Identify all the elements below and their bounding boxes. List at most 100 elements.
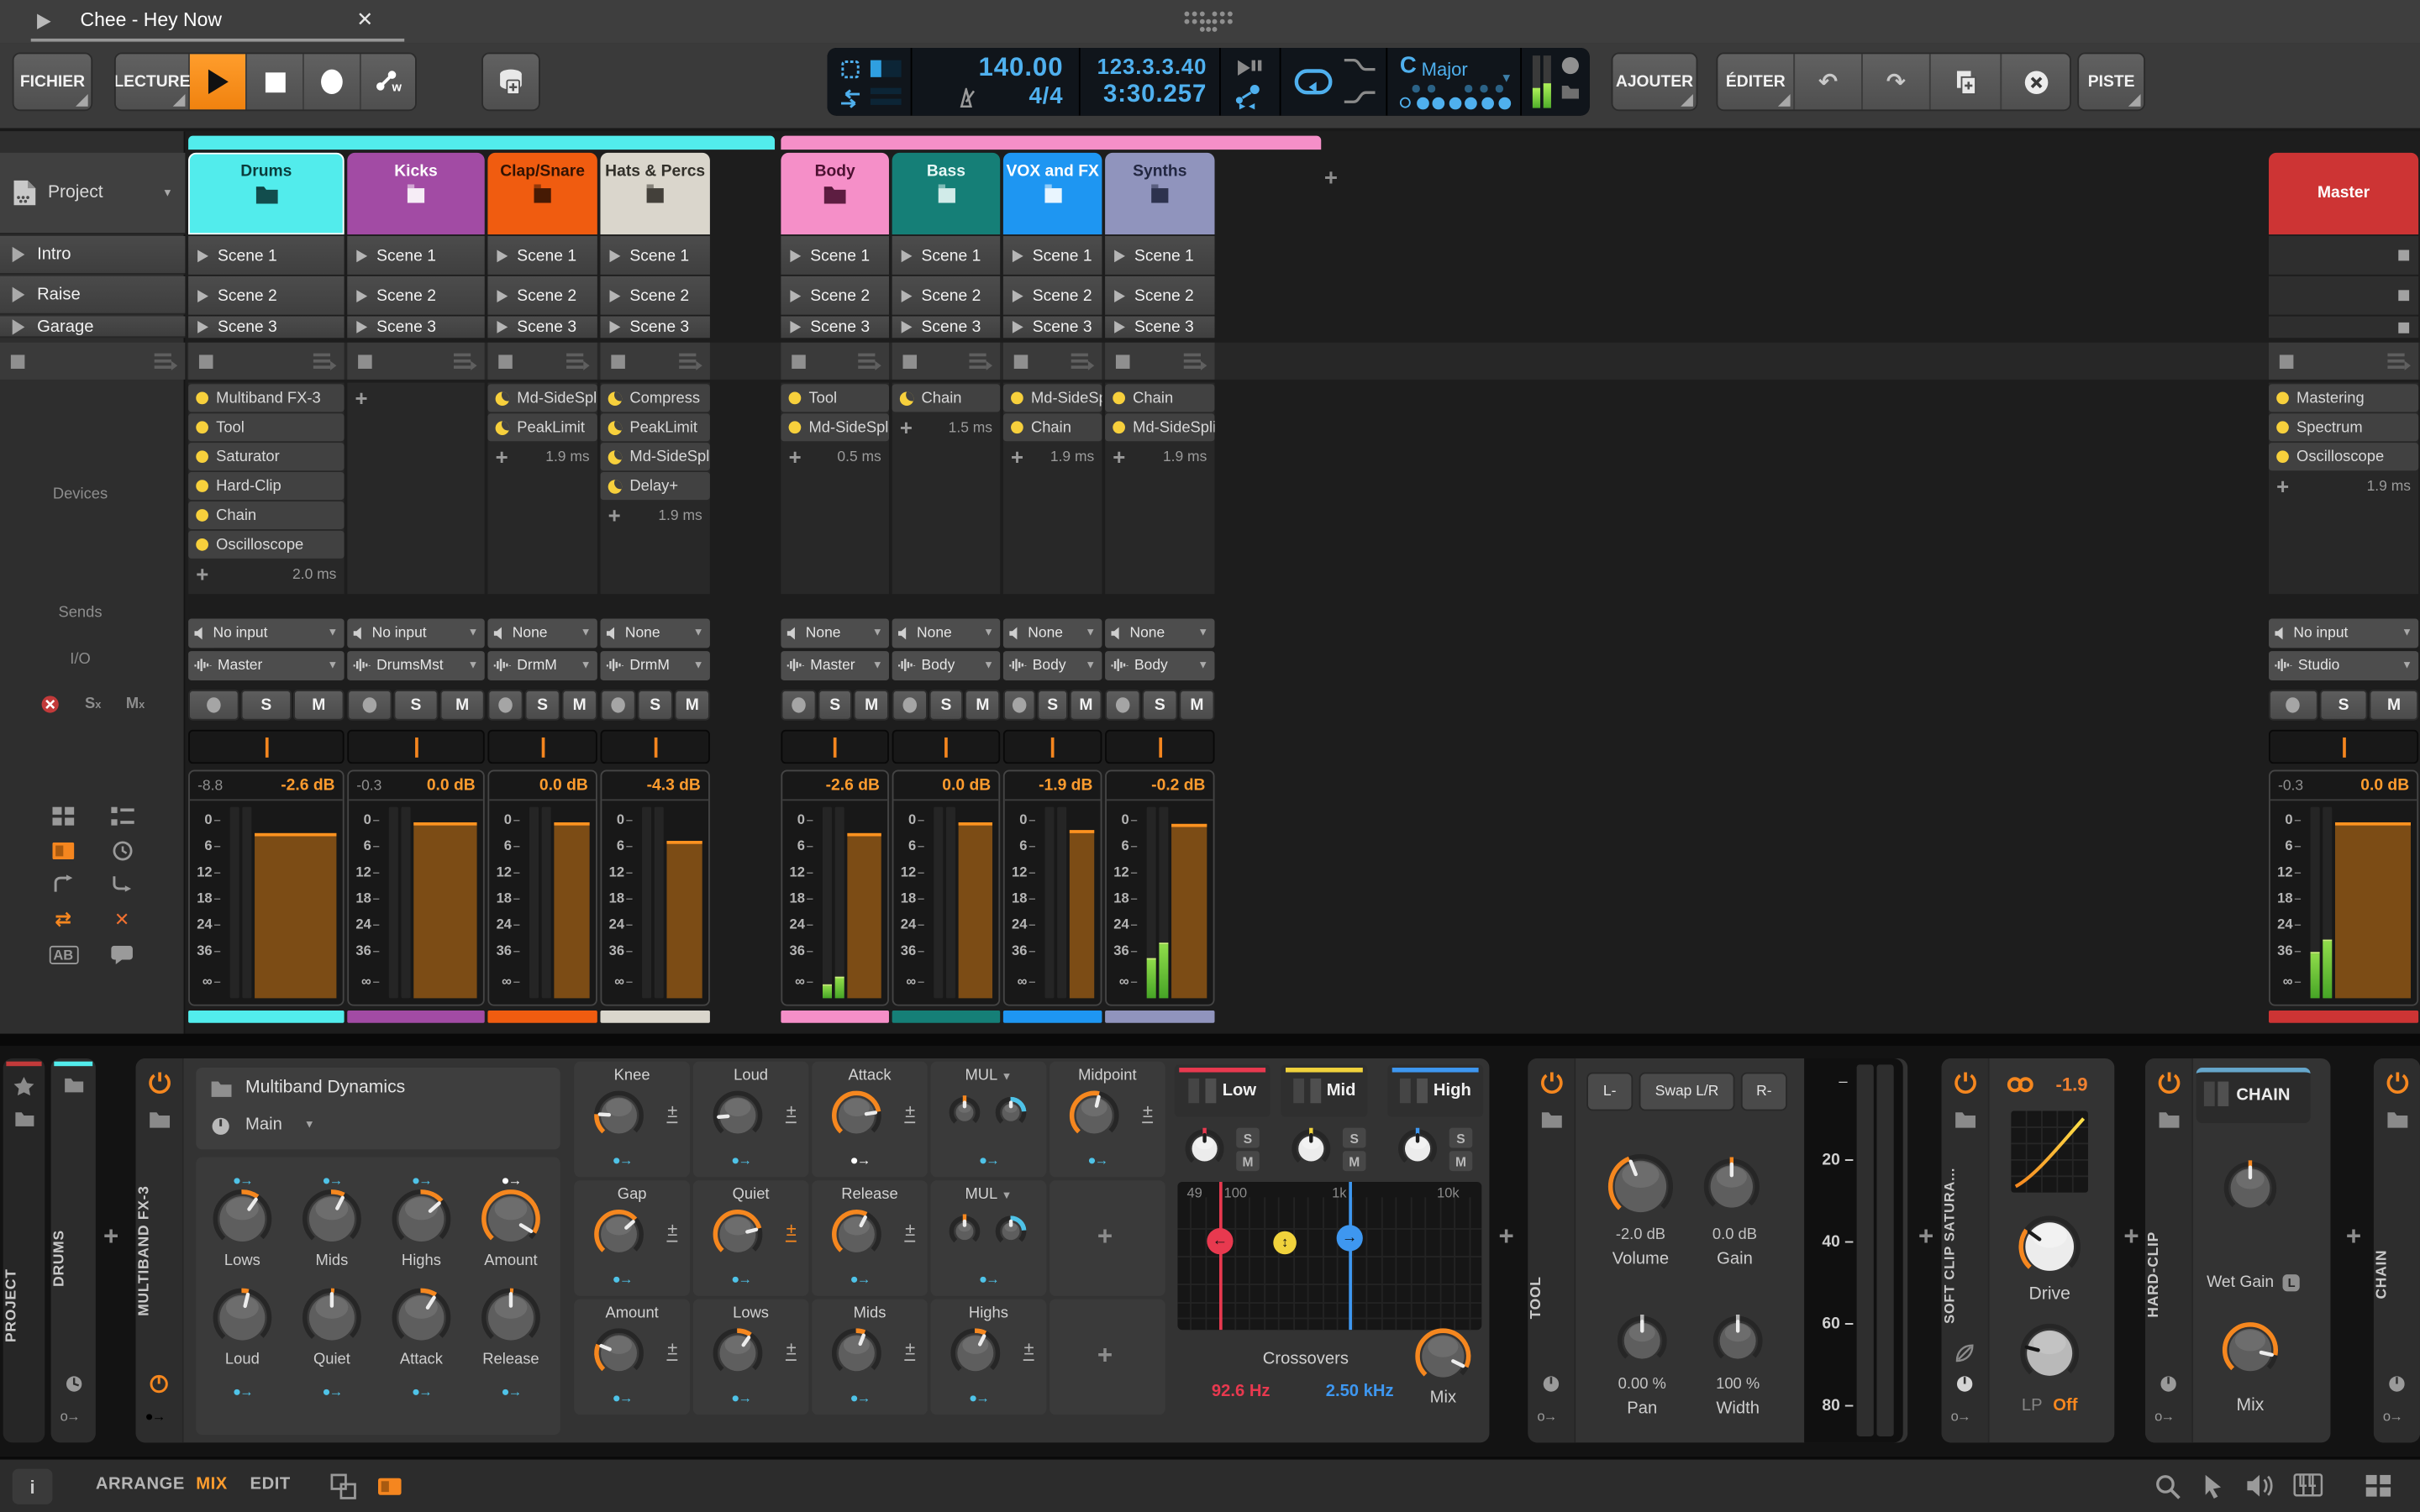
preset-name[interactable]: Main bbox=[245, 1116, 282, 1134]
pan-control[interactable] bbox=[781, 730, 889, 764]
solo-button[interactable]: S bbox=[1142, 690, 1177, 721]
clip-slot-bass-1[interactable]: Scene 1 bbox=[892, 236, 1001, 275]
stop-clip-icon[interactable] bbox=[2398, 290, 2409, 301]
volume-fader[interactable] bbox=[666, 841, 702, 998]
add-track-button[interactable]: + bbox=[1324, 165, 1338, 192]
device-delay-[interactable]: Delay+ bbox=[600, 472, 709, 500]
modulation-routing-icon[interactable]: ●→ bbox=[145, 1409, 165, 1424]
volume-readout[interactable]: 0.0 dB bbox=[427, 776, 476, 795]
clip-play-icon[interactable] bbox=[356, 249, 367, 262]
volume-fader[interactable] bbox=[2335, 822, 2411, 998]
band-solo-button[interactable]: S bbox=[1236, 1128, 1260, 1148]
volume-fader[interactable] bbox=[255, 833, 336, 998]
info-button[interactable]: i bbox=[13, 1469, 53, 1504]
multiband-mix-knob[interactable] bbox=[1413, 1327, 1472, 1386]
clip-play-icon[interactable] bbox=[790, 321, 801, 333]
record-arm-button[interactable] bbox=[892, 690, 928, 721]
record-arm-button[interactable] bbox=[781, 690, 816, 721]
output-select[interactable]: Studio▼ bbox=[2269, 651, 2418, 680]
volume-readout[interactable]: -0.2 dB bbox=[1151, 776, 1205, 795]
output-select[interactable]: DrmM▼ bbox=[487, 651, 597, 680]
device-title[interactable]: Multiband Dynamics bbox=[245, 1079, 405, 1097]
clip-slot-clap-snare-3[interactable]: Scene 3 bbox=[487, 317, 597, 339]
loop-icon[interactable] bbox=[1293, 66, 1334, 97]
close-project-icon[interactable]: ✕ bbox=[356, 8, 373, 32]
low-crossover-value[interactable]: 92.6 Hz bbox=[1186, 1383, 1295, 1401]
mul-operator-select[interactable]: MUL ▼ bbox=[931, 1186, 1047, 1203]
tab-project-chain[interactable]: PROJECT bbox=[3, 1058, 45, 1442]
volume-fader[interactable] bbox=[413, 822, 476, 998]
device-bypassed-icon[interactable] bbox=[608, 479, 623, 493]
modulation-amount-button[interactable]: ± bbox=[667, 1221, 677, 1242]
view-arrange-button[interactable]: ARRANGE bbox=[96, 1475, 185, 1494]
solo-button[interactable]: S bbox=[241, 690, 292, 721]
volume-readout[interactable]: 0.0 dB bbox=[942, 776, 991, 795]
add-parameter-button[interactable]: + bbox=[1097, 1341, 1113, 1372]
high-crossover-handle[interactable]: → bbox=[1337, 1225, 1363, 1251]
input-select[interactable]: None▼ bbox=[487, 619, 597, 648]
modulation-amount-button[interactable]: ± bbox=[905, 1101, 915, 1123]
input-select[interactable]: No input▼ bbox=[2269, 619, 2418, 648]
scene-row-intro[interactable]: Intro bbox=[0, 236, 185, 275]
clip-play-icon[interactable] bbox=[1114, 321, 1125, 333]
clip-slot-body-2[interactable]: Scene 2 bbox=[781, 276, 889, 315]
preset-folder-icon[interactable] bbox=[148, 1110, 171, 1129]
add-device-button[interactable]: + bbox=[2346, 1222, 2361, 1253]
browser-folder-icon[interactable] bbox=[1560, 83, 1581, 100]
preset-folder-icon[interactable] bbox=[2158, 1110, 2181, 1129]
volume-fader[interactable] bbox=[959, 822, 992, 998]
mid-band-handle[interactable]: ↕ bbox=[1273, 1231, 1297, 1255]
scene-row-garage[interactable]: Garage bbox=[0, 317, 185, 339]
device-oscilloscope[interactable]: Oscilloscope bbox=[188, 531, 345, 559]
position-display[interactable]: 123.3.3.40 3:30.257 bbox=[1081, 48, 1219, 116]
clip-slot-body-3[interactable]: Scene 3 bbox=[781, 317, 889, 339]
volume-knob[interactable] bbox=[1607, 1152, 1675, 1221]
clip-slot-kicks-2[interactable]: Scene 2 bbox=[347, 276, 484, 315]
add-parameter-button[interactable]: + bbox=[1097, 1222, 1113, 1253]
solo-button[interactable]: S bbox=[929, 690, 964, 721]
mul-knob[interactable] bbox=[948, 1095, 981, 1129]
stop-clips-icon[interactable] bbox=[2280, 354, 2294, 369]
scene-row-raise[interactable]: Raise bbox=[0, 276, 185, 315]
clip-play-icon[interactable] bbox=[497, 249, 508, 262]
play-button[interactable] bbox=[190, 54, 247, 109]
stop-clips-icon[interactable] bbox=[199, 354, 213, 369]
timing-icon[interactable] bbox=[65, 1375, 83, 1394]
input-select[interactable]: None▼ bbox=[892, 619, 1001, 648]
mute-button[interactable]: M bbox=[965, 690, 1001, 721]
track-header-master[interactable]: Master bbox=[2269, 153, 2418, 234]
mute-button[interactable]: M bbox=[439, 690, 484, 721]
track-menu-icon[interactable] bbox=[566, 354, 587, 369]
device-on-icon[interactable] bbox=[196, 509, 208, 522]
zoom-icon[interactable] bbox=[2154, 1473, 2181, 1499]
clip-slot-vox-and-fx-1[interactable]: Scene 1 bbox=[1003, 236, 1102, 275]
piano-keyboard-icon[interactable] bbox=[2293, 1473, 2323, 1497]
mul-operator-select[interactable]: MUL ▼ bbox=[931, 1068, 1047, 1084]
param-knob[interactable] bbox=[1068, 1089, 1120, 1142]
clip-play-icon[interactable] bbox=[497, 289, 508, 302]
play-menu-button[interactable]: LECTURE bbox=[116, 54, 190, 109]
mute-button[interactable]: M bbox=[562, 690, 597, 721]
record-arm-button[interactable] bbox=[2269, 690, 2317, 721]
modulation-amount-button[interactable]: ± bbox=[667, 1339, 677, 1361]
mute-button[interactable]: M bbox=[675, 690, 710, 721]
solo-button[interactable]: S bbox=[524, 690, 560, 721]
clip-play-icon[interactable] bbox=[1013, 249, 1023, 262]
mute-button[interactable]: M bbox=[293, 690, 345, 721]
modulation-amount-button[interactable]: ± bbox=[786, 1101, 797, 1123]
device-oscilloscope[interactable]: Oscilloscope bbox=[2269, 443, 2418, 470]
macro-knob-icon[interactable] bbox=[1955, 1375, 1974, 1394]
clip-slot-bass-3[interactable]: Scene 3 bbox=[892, 317, 1001, 339]
macro-knob[interactable] bbox=[301, 1287, 362, 1348]
add-device-button[interactable]: + bbox=[1011, 446, 1023, 468]
clip-play-icon[interactable] bbox=[197, 289, 208, 302]
device-power-icon[interactable] bbox=[148, 1071, 171, 1095]
output-select[interactable]: DrumsMst▼ bbox=[347, 651, 484, 680]
mixer-icon[interactable] bbox=[2365, 1473, 2392, 1498]
device-on-icon[interactable] bbox=[2276, 392, 2289, 405]
remove-icon[interactable]: ✕ bbox=[114, 909, 129, 931]
stop-clips-icon[interactable] bbox=[611, 354, 625, 369]
clip-slot-synths-3[interactable]: Scene 3 bbox=[1105, 317, 1214, 339]
device-compress[interactable]: Compress bbox=[600, 384, 709, 412]
track-header-bass[interactable]: Bass bbox=[892, 153, 1001, 234]
